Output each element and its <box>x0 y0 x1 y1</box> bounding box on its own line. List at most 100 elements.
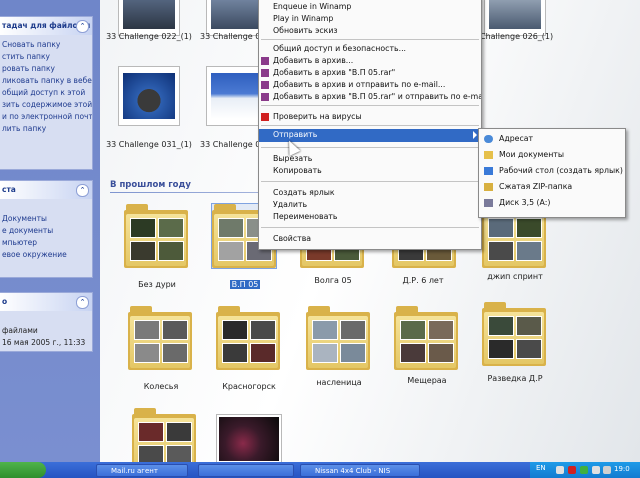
place-link[interactable]: евое окружение <box>0 249 92 261</box>
menu-item-label: Добавить в архив и отправить по e-mail..… <box>273 80 446 89</box>
menu-separator <box>261 125 479 126</box>
menu-item-named-archive-and-email[interactable]: Добавить в архив "В.П 05.rar" и отправит… <box>259 91 481 103</box>
menu-item-add-to-archive[interactable]: Добавить в архив... <box>259 55 481 67</box>
menu-item-add-to-named-archive[interactable]: Добавить в архив "В.П 05.rar" <box>259 67 481 79</box>
mail-recipient-icon <box>484 135 493 143</box>
menu-item-label: Проверить на вирусы <box>273 112 362 121</box>
details-box: о ⌃ файлами 16 мая 2005 г., 11:33 <box>0 292 93 352</box>
folder-label: Без дури <box>138 280 176 289</box>
task-link[interactable]: Сновать папку <box>0 39 92 51</box>
other-places-header[interactable]: ста ⌃ <box>0 181 92 199</box>
menu-item-properties[interactable]: Свойства <box>259 233 481 245</box>
other-places-box: ста ⌃ Документы е документы мпьютер евое… <box>0 180 93 278</box>
photo-image <box>489 0 541 29</box>
my-documents-icon <box>484 151 493 159</box>
context-menu: Enqueue in Winamp Play in Winamp Обновит… <box>258 0 482 250</box>
collapse-chevron-icon[interactable]: ⌃ <box>76 296 89 309</box>
task-link[interactable]: стить папку <box>0 51 92 63</box>
task-link[interactable]: общий доступ к этой <box>0 87 92 99</box>
taskbar-button-label: Mail.ru агент <box>111 467 158 475</box>
menu-item-delete[interactable]: Удалить <box>259 199 481 211</box>
photo-image <box>219 417 279 461</box>
folder-icon[interactable] <box>216 306 280 370</box>
floppy-disk-icon <box>484 199 493 207</box>
tray-app-icon[interactable] <box>592 466 600 474</box>
task-link[interactable]: зить содержимое этой <box>0 99 92 111</box>
desktop-icon <box>484 167 493 175</box>
menu-item-enqueue-winamp[interactable]: Enqueue in Winamp <box>259 1 481 13</box>
menu-item-archive-and-email[interactable]: Добавить в архив и отправить по e-mail..… <box>259 79 481 91</box>
place-link[interactable]: Документы <box>0 213 92 225</box>
folder-icon[interactable] <box>306 306 370 370</box>
photo-image <box>123 0 175 29</box>
tray-app-icon[interactable] <box>580 466 588 474</box>
menu-separator <box>261 181 479 182</box>
start-button[interactable] <box>0 462 46 478</box>
language-indicator[interactable]: EN <box>536 464 546 472</box>
photo-caption: 33 Challenge 022_(1) <box>106 32 192 41</box>
explorer-task-pane: тадач для файлов и папок ⌃ Сновать папку… <box>0 0 100 462</box>
tray-app-icon[interactable] <box>603 466 611 474</box>
place-link[interactable]: е документы <box>0 225 92 237</box>
taskbar-button-label: Nissan 4x4 Club - NIS <box>315 467 391 475</box>
menu-item-refresh-thumbnail[interactable]: Обновить эскиз <box>259 25 481 37</box>
menu-item-label: Добавить в архив "В.П 05.rar" и отправит… <box>273 92 481 101</box>
send-to-submenu: Адресат Мои документы Рабочий стол (созд… <box>478 128 626 218</box>
taskbar: Mail.ru агент Nissan 4x4 Club - NIS EN 1… <box>0 462 640 478</box>
folder-label: Д.Р. 6 лет <box>402 276 444 285</box>
winrar-icon <box>261 93 269 101</box>
submenu-item-label: Адресат <box>499 134 534 143</box>
photo-thumbnail[interactable] <box>216 414 282 464</box>
submenu-item-desktop-shortcut[interactable]: Рабочий стол (создать ярлык) <box>479 163 625 179</box>
photo-caption: 33 Challenge 031_(1) <box>106 140 192 149</box>
menu-item-label: Добавить в архив "В.П 05.rar" <box>273 68 396 77</box>
folder-icon[interactable] <box>128 306 192 370</box>
photo-image <box>211 73 263 119</box>
collapse-chevron-icon[interactable]: ⌃ <box>76 20 89 33</box>
place-link[interactable]: мпьютер <box>0 237 92 249</box>
menu-item-scan-viruses[interactable]: Проверить на вирусы <box>259 111 481 123</box>
group-header: В прошлом году <box>110 180 191 190</box>
folder-icon[interactable] <box>482 302 546 366</box>
photo-thumbnail[interactable] <box>484 0 546 36</box>
menu-separator <box>261 39 479 40</box>
submenu-item-label: Рабочий стол (создать ярлык) <box>499 166 623 175</box>
taskbar-button[interactable] <box>198 464 294 477</box>
menu-item-play-winamp[interactable]: Play in Winamp <box>259 13 481 25</box>
menu-item-sharing-security[interactable]: Общий доступ и безопасность... <box>259 43 481 55</box>
submenu-item-floppy-drive[interactable]: Диск 3,5 (A:) <box>479 195 625 211</box>
menu-item-create-shortcut[interactable]: Создать ярлык <box>259 187 481 199</box>
clock[interactable]: 19:0 <box>614 465 630 473</box>
submenu-item-mail-recipient[interactable]: Адресат <box>479 131 625 147</box>
file-folder-tasks-header[interactable]: тадач для файлов и папок ⌃ <box>0 17 92 35</box>
menu-separator <box>261 105 479 106</box>
folder-label: насленица <box>316 378 362 387</box>
photo-image <box>211 0 263 29</box>
menu-item-rename[interactable]: Переименовать <box>259 211 481 223</box>
menu-item-cut[interactable]: Вырезать <box>259 153 481 165</box>
photo-caption: Challenge 026_(1) <box>480 32 554 41</box>
submenu-item-my-documents[interactable]: Мои документы <box>479 147 625 163</box>
task-link[interactable]: лить папку <box>0 123 92 135</box>
submenu-item-zip-folder[interactable]: Сжатая ZIP-папка <box>479 179 625 195</box>
antivirus-tray-icon[interactable] <box>568 466 576 474</box>
task-link[interactable]: ровать папку <box>0 63 92 75</box>
details-header[interactable]: о ⌃ <box>0 293 92 311</box>
menu-item-label: Отправить <box>273 130 318 139</box>
folder-icon[interactable] <box>394 306 458 370</box>
collapse-chevron-icon[interactable]: ⌃ <box>76 184 89 197</box>
photo-thumbnail[interactable] <box>118 0 180 36</box>
photo-image <box>123 73 175 119</box>
folder-label: Мещераа <box>407 376 447 385</box>
task-link[interactable]: и по электронной почте <box>0 111 92 123</box>
other-places-title: ста <box>2 185 16 194</box>
submenu-item-label: Мои документы <box>499 150 565 159</box>
menu-item-copy[interactable]: Копировать <box>259 165 481 177</box>
task-link[interactable]: ликовать папку в вебе <box>0 75 92 87</box>
folder-label: Волга 05 <box>314 276 352 285</box>
folder-icon[interactable] <box>124 204 188 268</box>
taskbar-button[interactable]: Nissan 4x4 Club - NIS <box>300 464 420 477</box>
photo-thumbnail[interactable] <box>118 66 180 126</box>
tray-app-icon[interactable] <box>556 466 564 474</box>
taskbar-button[interactable]: Mail.ru агент <box>96 464 188 477</box>
